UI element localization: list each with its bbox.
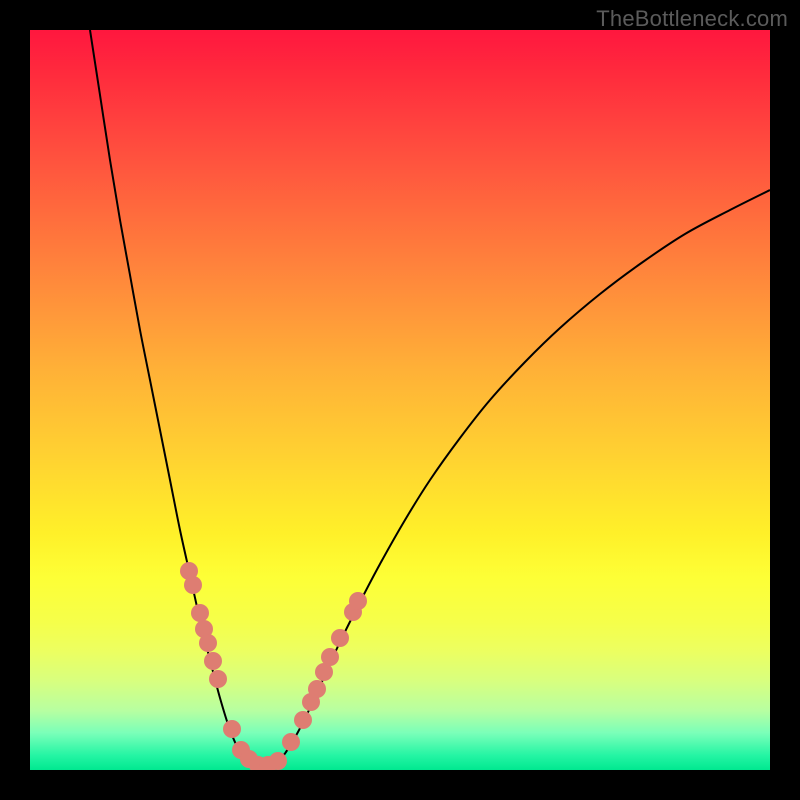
chart-stage: TheBottleneck.com	[0, 0, 800, 800]
bottleneck-curve	[90, 30, 770, 769]
data-marker	[331, 629, 349, 647]
data-marker	[199, 634, 217, 652]
markers-group	[180, 562, 367, 770]
watermark-text: TheBottleneck.com	[596, 6, 788, 32]
data-marker	[191, 604, 209, 622]
data-marker	[223, 720, 241, 738]
data-marker	[321, 648, 339, 666]
data-marker	[349, 592, 367, 610]
data-marker	[308, 680, 326, 698]
data-marker	[204, 652, 222, 670]
data-marker	[209, 670, 227, 688]
data-marker	[269, 752, 287, 770]
data-marker	[184, 576, 202, 594]
data-marker	[282, 733, 300, 751]
data-marker	[294, 711, 312, 729]
plot-area	[30, 30, 770, 770]
curve-svg	[30, 30, 770, 770]
